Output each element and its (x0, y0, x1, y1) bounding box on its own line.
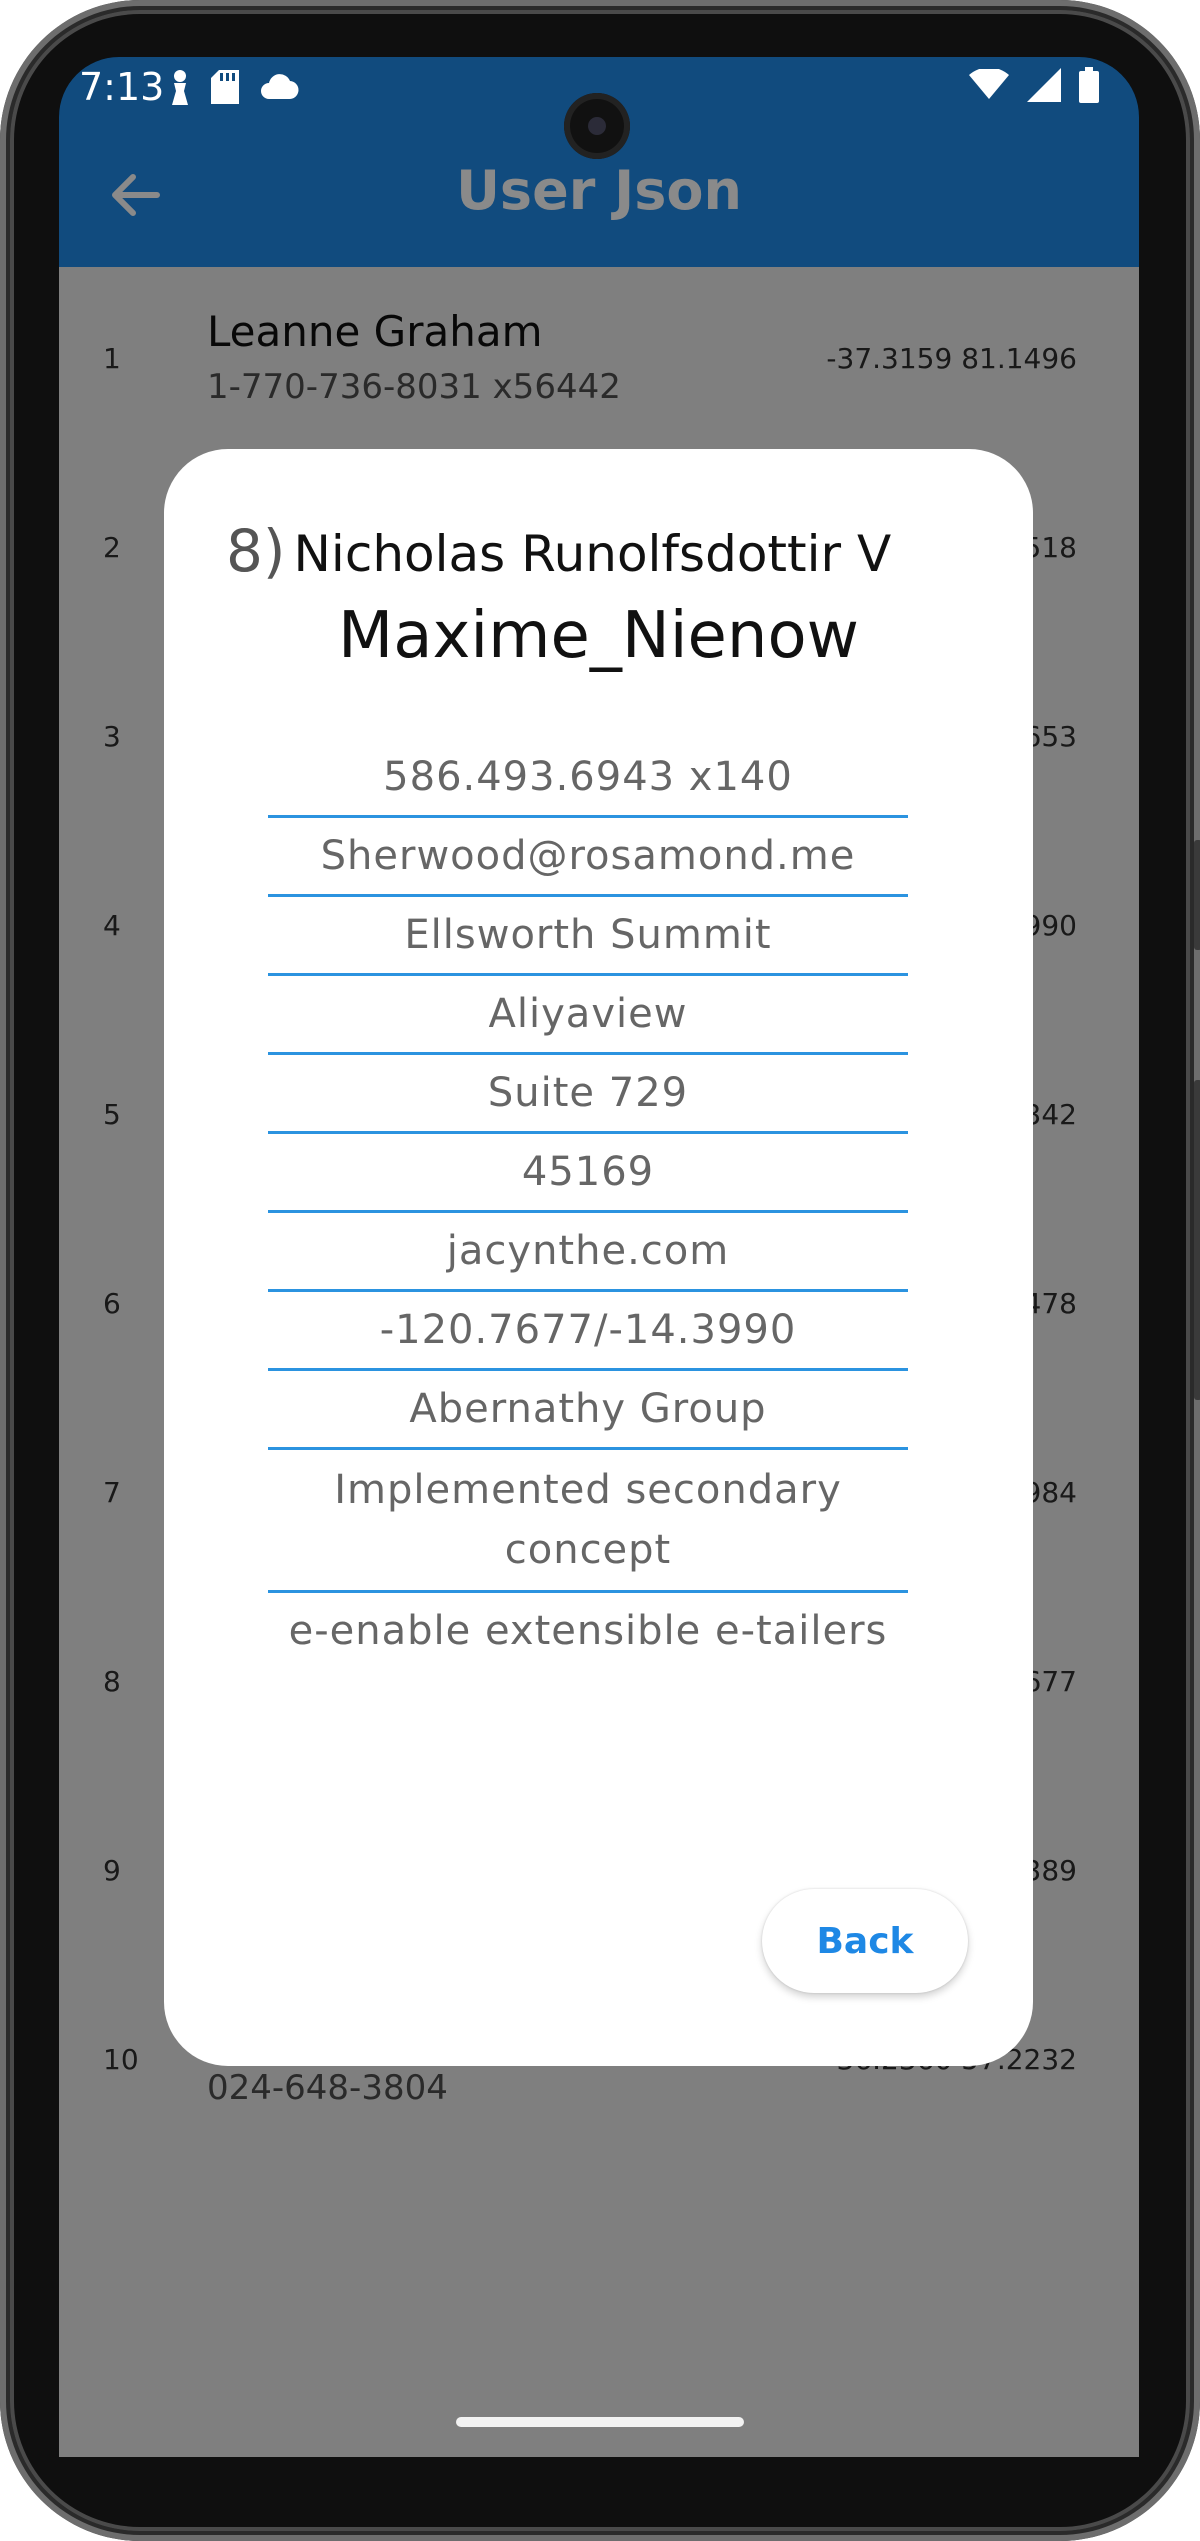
phone-frame: 7:13 User Json 8) Nicholas Runolfsdottir… (0, 0, 1200, 2541)
geo-field: -120.7677/-14.3990 (268, 1292, 908, 1371)
user-full-name: Nicholas Runolfsdottir V (293, 525, 892, 583)
status-time: 7:13 (79, 65, 165, 109)
front-camera (564, 93, 630, 159)
street-field: Ellsworth Summit (268, 897, 908, 976)
status-icons-left (169, 69, 299, 105)
phone-field: 586.493.6943 x140 (268, 739, 908, 818)
volume-button (1194, 840, 1200, 950)
zipcode-field: 45169 (268, 1134, 908, 1213)
user-username: Maxime_Nienow (338, 599, 859, 673)
email-field: Sherwood@rosamond.me (268, 818, 908, 897)
user-detail-dialog: 8) Nicholas Runolfsdottir V Maxime_Nienow… (164, 449, 1033, 2066)
company-bs-field: e-enable extensible e-tailers (288, 1608, 888, 1654)
wifi-icon (969, 69, 1009, 99)
signal-icon (1027, 68, 1061, 102)
chess-pawn-icon (172, 70, 188, 105)
power-button (1194, 1080, 1200, 1400)
user-fields: 586.493.6943 x140 Sherwood@rosamond.me E… (268, 739, 908, 1669)
page-title: User Json (456, 159, 742, 222)
home-indicator[interactable] (456, 2417, 744, 2427)
suite-field: Suite 729 (268, 1055, 908, 1134)
back-button[interactable]: Back (762, 1889, 968, 1993)
website-field: jacynthe.com (268, 1213, 908, 1292)
company-catchphrase-field: Implemented secondary concept (268, 1450, 908, 1593)
company-name-field: Abernathy Group (268, 1371, 908, 1450)
user-id-label: 8) (226, 517, 286, 585)
cloud-icon (261, 74, 299, 100)
dialog-header: 8) Nicholas Runolfsdottir V (226, 517, 891, 585)
sd-card-icon (211, 70, 239, 104)
city-field: Aliyaview (268, 976, 908, 1055)
battery-icon (1079, 67, 1099, 103)
app-bar: 7:13 User Json (59, 57, 1139, 267)
status-icons-right (969, 67, 1099, 103)
